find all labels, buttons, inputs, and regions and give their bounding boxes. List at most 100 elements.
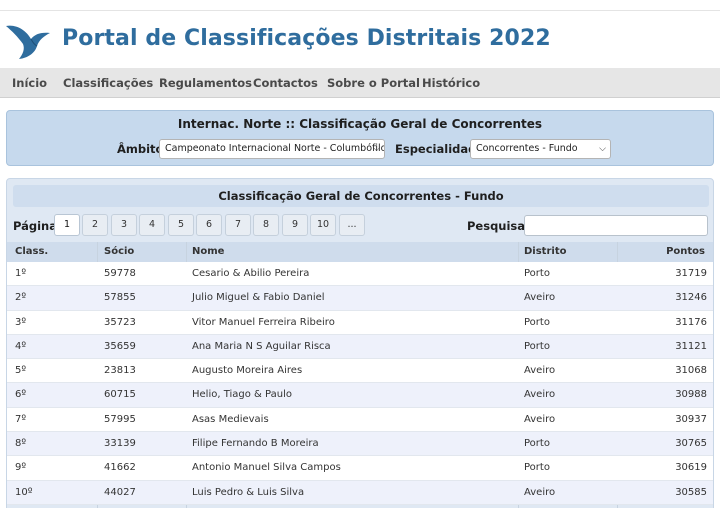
chevron-down-icon: ⌵ [373,144,380,154]
cell-class: 8º [15,438,27,450]
cell-class: 1º [15,268,27,279]
cell-socio: 44027 [104,486,136,498]
cell-nome: Augusto Moreira Aires [192,365,303,377]
cell-class: 5º [15,365,27,377]
cell-nome: Asas Medievais [192,413,269,425]
cell-distrito: Aveiro [524,486,556,498]
cell-class: 2º [15,292,27,304]
cell-nome: Luis Pedro & Luis Silva [192,486,305,498]
cell-socio: 57855 [104,292,136,304]
filter-panel: Internac. Norte :: Classificação Geral d… [6,110,714,166]
cell-class: 6º [15,389,27,401]
cell-socio: 35723 [104,316,136,328]
results-panel: Classificação Geral de Concorrentes - Fu… [6,178,714,508]
cell-socio: 57995 [104,413,136,425]
cell-pontos: 31176 [675,316,707,328]
results-title: Classificação Geral de Concorrentes - Fu… [13,185,709,207]
page-button-1[interactable]: 1 [54,214,80,236]
search-input[interactable] [524,215,708,236]
cell-class: 9º [15,462,27,474]
column-header-pontos[interactable]: Pontos [595,246,705,257]
cell-socio: 41662 [104,462,136,474]
cell-socio: 60715 [104,389,136,401]
table-row[interactable]: 2º 57855 Julio Miguel & Fabio Daniel Ave… [7,286,713,311]
top-divider [0,10,720,11]
table-header: Class. Sócio Nome Distrito Pontos [7,242,713,262]
nav-item-contactos[interactable]: Contactos [253,76,318,90]
cell-pontos: 30585 [675,486,707,498]
nav-item-classificacoes[interactable]: Classificações [63,76,153,90]
cell-distrito: Porto [524,340,550,352]
table-row[interactable]: 6º 60715 Helio, Tiago & Paulo Aveiro 309… [7,383,713,408]
table-row[interactable]: 5º 23813 Augusto Moreira Aires Aveiro 31… [7,359,713,384]
cell-pontos: 31121 [675,340,707,352]
results-table-body: 1º 59778 Cesario & Abilio Pereira Porto … [7,262,713,505]
cell-pontos: 30937 [675,413,707,425]
cell-nome: Helio, Tiago & Paulo [192,389,292,401]
cell-socio: 35659 [104,340,136,352]
nav-item-sobre-o-portal[interactable]: Sobre o Portal [327,76,420,90]
column-header-nome[interactable]: Nome [192,246,224,257]
page-button-10[interactable]: 10 [310,214,336,236]
nav-item-inicio[interactable]: Início [12,76,47,90]
ambito-select[interactable]: Campeonato Internacional Norte - Columbó… [159,139,385,159]
cell-nome: Ana Maria N S Aguilar Risca [192,340,331,352]
cell-class: 3º [15,316,27,328]
table-row[interactable]: 4º 35659 Ana Maria N S Aguilar Risca Por… [7,334,713,360]
page-button-9[interactable]: 9 [282,214,308,236]
page-button-5[interactable]: 5 [168,214,194,236]
table-row[interactable]: 10º 44027 Luis Pedro & Luis Silva Aveiro… [7,480,713,505]
page-button-7[interactable]: 7 [225,214,251,236]
column-header-distrito[interactable]: Distrito [524,246,566,257]
cell-socio: 33139 [104,438,136,450]
page-button-4[interactable]: 4 [139,214,165,236]
cell-pontos: 31246 [675,292,707,304]
cell-class: 10º [15,486,33,498]
cell-distrito: Porto [524,316,550,328]
page-button-2[interactable]: 2 [82,214,108,236]
page-button-6[interactable]: 6 [196,214,222,236]
cell-distrito: Porto [524,268,550,279]
column-header-socio[interactable]: Sócio [104,246,134,257]
table-row[interactable]: 8º 33139 Filipe Fernando B Moreira Porto… [7,432,713,457]
cell-socio: 23813 [104,365,136,377]
cell-pontos: 30765 [675,438,707,450]
table-row[interactable]: 9º 41662 Antonio Manuel Silva Campos Por… [7,456,713,481]
especialidade-select[interactable]: Concorrentes - Fundo ⌵ [470,139,611,159]
cell-pontos: 31719 [675,268,707,279]
cell-distrito: Aveiro [524,413,556,425]
cell-nome: Antonio Manuel Silva Campos [192,462,341,474]
table-row[interactable]: 1º 59778 Cesario & Abilio Pereira Porto … [7,262,713,287]
cell-distrito: Porto [524,438,550,450]
especialidade-select-value: Concorrentes - Fundo [476,143,578,154]
nav-item-historico[interactable]: Histórico [422,76,480,90]
cell-socio: 59778 [104,268,136,279]
ambito-select-value: Campeonato Internacional Norte - Columbó… [165,143,385,154]
site-header: Portal de Classificações Distritais 2022 [0,12,720,68]
cell-nome: Filipe Fernando B Moreira [192,438,319,450]
table-row[interactable]: 7º 57995 Asas Medievais Aveiro 30937 [7,407,713,433]
nav-item-regulamentos[interactable]: Regulamentos [159,76,252,90]
main-nav: Início Classificações Regulamentos Conta… [0,68,720,98]
cell-nome: Julio Miguel & Fabio Daniel [192,292,325,304]
cell-class: 7º [15,413,27,425]
cell-distrito: Aveiro [524,389,556,401]
chevron-down-icon: ⌵ [599,144,606,154]
cell-distrito: Aveiro [524,292,556,304]
cell-distrito: Porto [524,462,550,474]
page-button-3[interactable]: 3 [111,214,137,236]
page-button-8[interactable]: 8 [253,214,279,236]
column-header-class[interactable]: Class. [15,246,48,257]
page-button-more[interactable]: ... [339,214,365,236]
cell-pontos: 30988 [675,389,707,401]
cell-pontos: 31068 [675,365,707,377]
site-title: Portal de Classificações Distritais 2022 [62,26,551,51]
cell-nome: Cesario & Abilio Pereira [192,268,310,279]
pigeon-logo-icon[interactable] [4,20,52,62]
table-row[interactable]: 3º 35723 Vitor Manuel Ferreira Ribeiro P… [7,310,713,335]
cell-pontos: 30619 [675,462,707,474]
cell-distrito: Aveiro [524,365,556,377]
cell-nome: Vitor Manuel Ferreira Ribeiro [192,316,335,328]
filter-title: Internac. Norte :: Classificação Geral d… [177,117,543,131]
cell-class: 4º [15,340,27,352]
